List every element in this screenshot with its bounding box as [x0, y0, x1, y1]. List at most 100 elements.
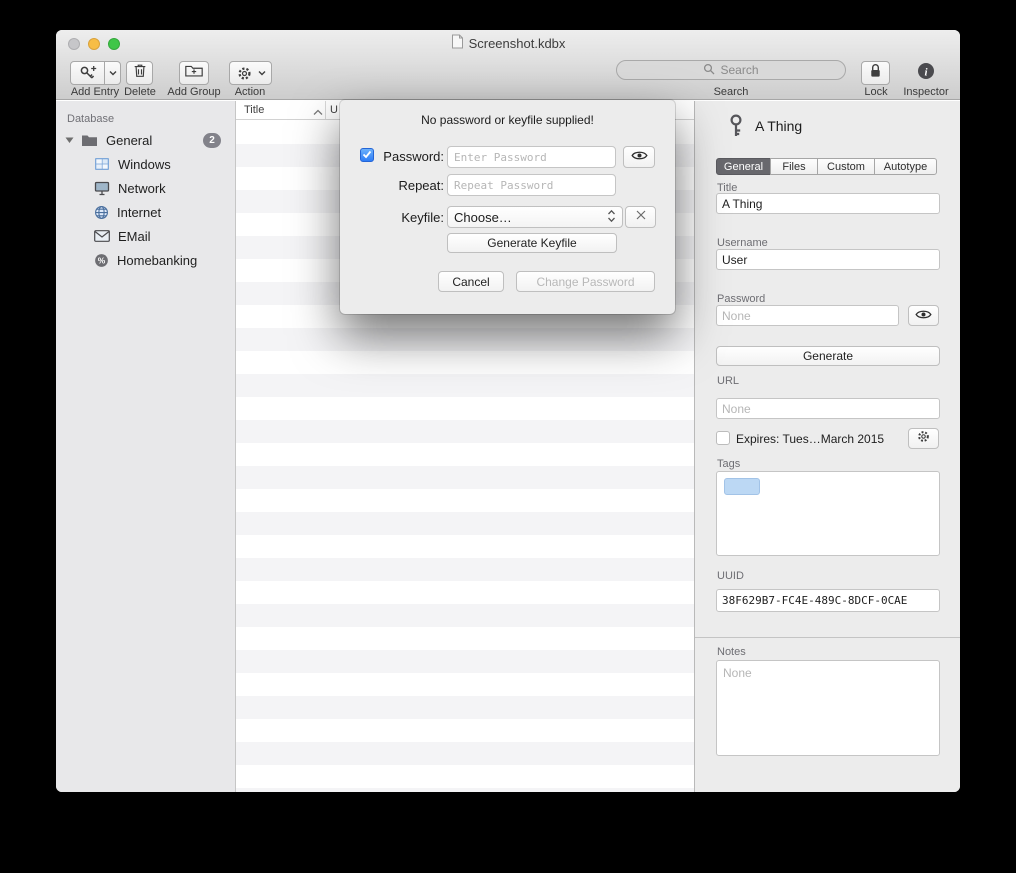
dialog-message: No password or keyfile supplied!: [340, 113, 675, 127]
gear-icon: [230, 62, 258, 84]
tab-files[interactable]: Files: [770, 158, 818, 175]
dialog-keyfile-label: Keyfile:: [376, 210, 444, 225]
sidebar-item-windows[interactable]: Windows: [56, 153, 235, 175]
sort-ascending-icon: [313, 107, 323, 119]
column-header-username[interactable]: U: [330, 104, 338, 116]
action-label: Action: [220, 86, 280, 98]
lock-label: Lock: [855, 86, 897, 98]
window-chrome: Screenshot.kdbx Add Entry Delete: [56, 30, 960, 100]
sidebar-item-network[interactable]: Network: [56, 177, 235, 199]
percent-coin-icon: %: [94, 253, 109, 268]
sidebar-item-homebanking[interactable]: % Homebanking: [56, 249, 235, 271]
expires-checkbox[interactable]: [716, 431, 730, 445]
app-window: Screenshot.kdbx Add Entry Delete: [56, 30, 960, 792]
disclosure-triangle-icon[interactable]: [65, 136, 74, 144]
key-icon: [725, 113, 747, 144]
lock-button[interactable]: [861, 61, 890, 85]
inspector-panel: A Thing General Files Custom Autotype Ti…: [694, 101, 960, 792]
svg-text:%: %: [98, 255, 106, 265]
dialog-repeat-label: Repeat:: [376, 178, 444, 193]
generate-password-button[interactable]: Generate: [716, 346, 940, 366]
add-group-button[interactable]: [179, 61, 209, 85]
eye-icon: [631, 148, 648, 166]
chevron-down-icon: [104, 62, 120, 84]
sidebar-item-email[interactable]: EMail: [56, 225, 235, 247]
titlebar: Screenshot.kdbx: [56, 30, 960, 56]
tab-custom[interactable]: Custom: [817, 158, 875, 175]
title-field[interactable]: [716, 193, 940, 214]
chevron-down-icon: [258, 70, 271, 76]
globe-icon: [94, 205, 109, 220]
gear-icon: [916, 429, 931, 449]
popup-chevrons-icon: [607, 209, 616, 226]
network-icon: [94, 181, 110, 196]
password-checkbox[interactable]: [360, 148, 374, 162]
expires-label: Expires: Tues…March 2015: [736, 432, 884, 446]
envelope-icon: [94, 230, 110, 242]
search-placeholder: Search: [720, 63, 758, 77]
sidebar-item-label: EMail: [118, 229, 151, 244]
tab-general[interactable]: General: [716, 158, 771, 175]
document-icon: [451, 34, 464, 52]
eye-icon: [915, 307, 932, 325]
search-icon: [703, 63, 715, 78]
username-field[interactable]: [716, 249, 940, 270]
search-label: Search: [701, 86, 761, 98]
password-field[interactable]: [716, 305, 899, 326]
inspector-button[interactable]: i: [913, 62, 939, 84]
windows-icon: [94, 157, 110, 171]
change-password-button[interactable]: Change Password: [516, 271, 655, 292]
search-input[interactable]: Search: [616, 60, 846, 80]
sidebar-item-label: Network: [118, 181, 166, 196]
window-title: Screenshot.kdbx: [469, 36, 566, 51]
username-label: Username: [717, 237, 768, 249]
uuid-label: UUID: [717, 570, 744, 582]
sidebar-section-header: Database: [67, 113, 114, 125]
column-header-title[interactable]: Title: [244, 104, 264, 116]
sidebar-item-label: Windows: [118, 157, 171, 172]
dialog-show-password-button[interactable]: [623, 146, 655, 168]
delete-label: Delete: [119, 86, 161, 98]
add-group-label: Add Group: [164, 86, 224, 98]
sidebar-item-internet[interactable]: Internet: [56, 201, 235, 223]
inspector-label: Inspector: [896, 86, 956, 98]
tags-label: Tags: [717, 458, 740, 470]
info-icon: i: [916, 61, 936, 86]
tags-field[interactable]: [716, 471, 940, 556]
sidebar-group-label: General: [106, 133, 152, 148]
entry-title: A Thing: [755, 118, 802, 134]
dialog-password-label: Password:: [376, 149, 444, 164]
key-plus-icon: [71, 62, 104, 84]
trash-icon: [132, 62, 148, 85]
delete-button[interactable]: [126, 61, 153, 85]
sidebar-item-label: Internet: [117, 205, 161, 220]
sidebar-group-general[interactable]: General 2: [56, 129, 235, 151]
lock-icon: [868, 62, 883, 84]
tab-autotype[interactable]: Autotype: [874, 158, 937, 175]
generate-keyfile-button[interactable]: Generate Keyfile: [447, 233, 617, 253]
clear-keyfile-button[interactable]: [625, 206, 656, 228]
change-password-dialog: No password or keyfile supplied! Passwor…: [340, 100, 675, 314]
tag-token: [724, 478, 760, 495]
keyfile-popup[interactable]: Choose…: [447, 206, 623, 228]
folder-icon: [81, 133, 98, 147]
cancel-button[interactable]: Cancel: [438, 271, 504, 292]
inspector-tabs: General Files Custom Autotype: [716, 158, 937, 175]
keyfile-popup-value: Choose…: [454, 210, 512, 225]
close-icon: [635, 208, 647, 226]
dialog-repeat-input[interactable]: [447, 174, 616, 196]
add-entry-button[interactable]: [70, 61, 121, 85]
dialog-password-input[interactable]: [447, 146, 616, 168]
show-password-button[interactable]: [908, 305, 939, 326]
section-divider: [695, 637, 960, 638]
add-group-icon: [184, 62, 204, 84]
expires-settings-button[interactable]: [908, 428, 939, 449]
url-field[interactable]: [716, 398, 940, 419]
notes-label: Notes: [717, 646, 746, 658]
checkmark-icon: [362, 146, 372, 164]
action-button[interactable]: [229, 61, 272, 85]
notes-field[interactable]: [716, 660, 940, 756]
url-label: URL: [717, 375, 739, 387]
column-divider[interactable]: [325, 101, 326, 119]
uuid-field[interactable]: [716, 589, 940, 612]
